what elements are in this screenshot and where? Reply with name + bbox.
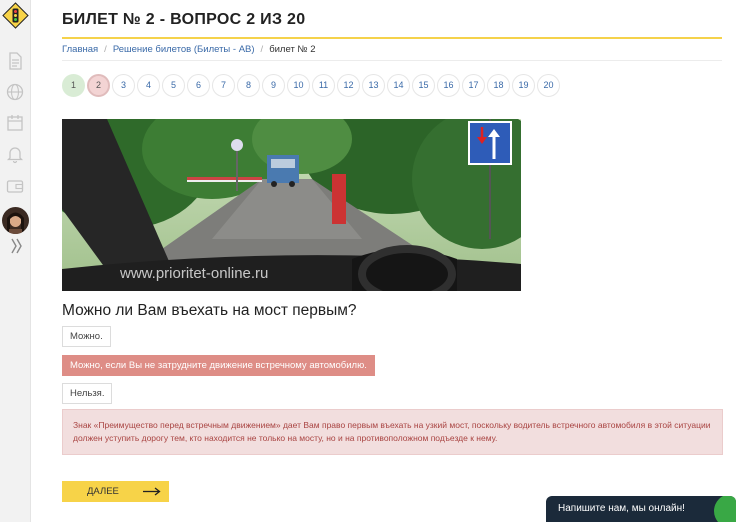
question-nav-item[interactable]: 8	[237, 74, 260, 97]
question-nav-item[interactable]: 9	[262, 74, 285, 97]
question-nav-item[interactable]: 5	[162, 74, 185, 97]
breadcrumb: Главная / Решение билетов (Билеты - АВ) …	[62, 44, 316, 55]
next-button-label: ДАЛЕЕ	[87, 486, 119, 497]
question-nav-item[interactable]: 14	[387, 74, 410, 97]
question-nav-item[interactable]: 10	[287, 74, 310, 97]
document-icon[interactable]	[5, 51, 25, 71]
app: БИЛЕТ № 2 - ВОПРОС 2 ИЗ 20 Главная / Реш…	[0, 0, 747, 522]
breadcrumb-separator: /	[260, 44, 264, 55]
logo-icon[interactable]	[2, 2, 29, 29]
explanation-box: Знак «Преимущество перед встречным движе…	[62, 409, 723, 455]
question-nav-item[interactable]: 13	[362, 74, 385, 97]
question-nav-item[interactable]: 15	[412, 74, 435, 97]
question-image: www.prioritet-online.ru	[62, 119, 521, 291]
question-nav-item[interactable]: 1	[62, 74, 85, 97]
next-button[interactable]: ДАЛЕЕ	[62, 481, 169, 502]
question-nav-item[interactable]: 17	[462, 74, 485, 97]
breadcrumb-tickets[interactable]: Решение билетов (Билеты - АВ)	[113, 44, 255, 55]
chat-status-icon	[714, 496, 736, 522]
breadcrumb-current: билет № 2	[269, 44, 316, 55]
page-title: БИЛЕТ № 2 - ВОПРОС 2 ИЗ 20	[62, 11, 306, 28]
chat-widget[interactable]: Напишите нам, мы онлайн!	[546, 496, 736, 522]
avatar[interactable]	[2, 207, 29, 234]
answer-option-3[interactable]: Нельзя.	[62, 383, 113, 404]
question-text: Можно ли Вам въехать на мост первым?	[62, 302, 357, 319]
question-nav-item[interactable]: 6	[187, 74, 210, 97]
bell-icon[interactable]	[5, 144, 25, 164]
question-nav-item[interactable]: 2	[87, 74, 110, 97]
question-nav-item[interactable]: 20	[537, 74, 560, 97]
question-nav-item[interactable]: 4	[137, 74, 160, 97]
chat-label: Напишите нам, мы онлайн!	[558, 503, 685, 514]
expand-icon[interactable]	[10, 237, 24, 255]
question-nav-item[interactable]: 19	[512, 74, 535, 97]
globe-icon[interactable]	[5, 82, 25, 102]
question-nav-item[interactable]: 3	[112, 74, 135, 97]
answer-option-1[interactable]: Можно.	[62, 326, 111, 347]
question-nav-item[interactable]: 11	[312, 74, 335, 97]
question-nav-item[interactable]: 7	[212, 74, 235, 97]
breadcrumb-divider	[62, 60, 722, 61]
answer-option-2[interactable]: Можно, если Вы не затрудните движение вс…	[62, 355, 375, 376]
breadcrumb-separator: /	[104, 44, 107, 55]
calendar-icon[interactable]	[5, 113, 25, 133]
wallet-icon[interactable]	[5, 176, 25, 196]
question-nav-item[interactable]: 18	[487, 74, 510, 97]
question-nav-item[interactable]: 12	[337, 74, 360, 97]
arrow-right-icon	[143, 487, 161, 496]
image-watermark: www.prioritet-online.ru	[120, 265, 269, 282]
question-nav-item[interactable]: 16	[437, 74, 460, 97]
title-divider	[62, 37, 722, 39]
sidebar	[0, 0, 31, 522]
breadcrumb-home[interactable]: Главная	[62, 44, 98, 55]
